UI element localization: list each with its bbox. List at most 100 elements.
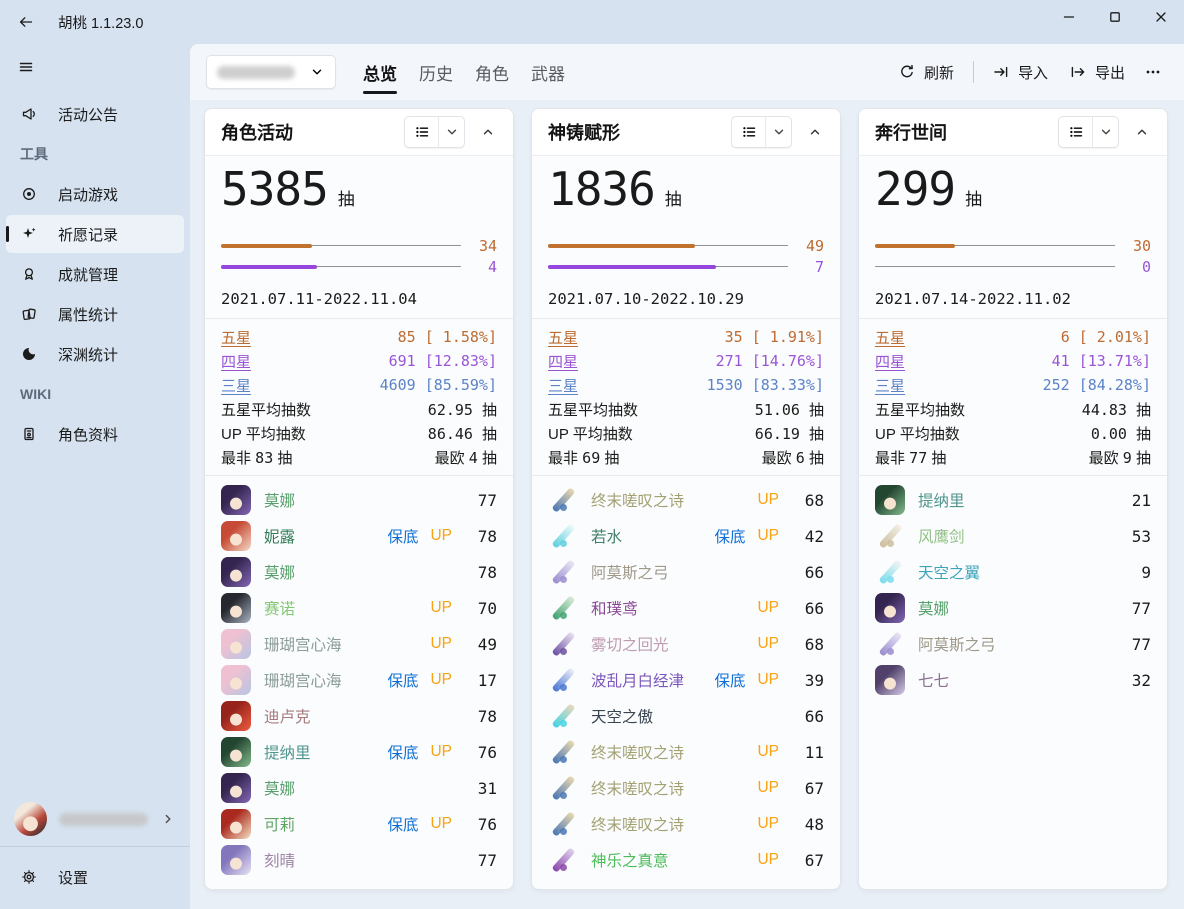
- list-item[interactable]: 莫娜 77: [867, 590, 1159, 626]
- sidebar-item-achievements[interactable]: 成就管理: [6, 255, 184, 293]
- item-name: 天空之傲: [591, 705, 766, 727]
- back-button[interactable]: [6, 5, 46, 39]
- card-title: 奔行世间: [875, 119, 947, 145]
- up-badge: UP: [430, 599, 452, 617]
- idcard-icon: [20, 425, 38, 443]
- item-badges: 保底 UP: [387, 741, 452, 763]
- account-selector[interactable]: [206, 55, 336, 89]
- list-item[interactable]: 莫娜 77: [213, 482, 505, 518]
- tab-weapons[interactable]: 武器: [520, 52, 576, 93]
- sidebar-item-property-stats[interactable]: 属性统计: [6, 295, 184, 333]
- list-item[interactable]: 珊瑚宫心海 保底 UP 17: [213, 662, 505, 698]
- list-item[interactable]: 阿莫斯之弓 77: [867, 626, 1159, 662]
- list-item[interactable]: 雾切之回光 UP 68: [540, 626, 832, 662]
- list-mode-dropdown-button[interactable]: [439, 117, 464, 147]
- close-icon: [1153, 9, 1169, 25]
- rarity-stat-row: 五星 85 [ 1.58%]: [221, 325, 497, 349]
- sidebar-item-abyss-stats[interactable]: 深渊统计: [6, 335, 184, 373]
- gear-icon: [20, 868, 38, 886]
- list-item[interactable]: 天空之翼 9: [867, 554, 1159, 590]
- list-item[interactable]: 提纳里 21: [867, 482, 1159, 518]
- list-item[interactable]: 终末嗟叹之诗 UP 67: [540, 770, 832, 806]
- list-item[interactable]: 神乐之真意 UP 67: [540, 842, 832, 878]
- cards-icon: [20, 305, 38, 323]
- rarity-stat-row: 三星 4609 [85.59%]: [221, 373, 497, 397]
- nav-toggle-button[interactable]: [6, 50, 46, 84]
- list-item[interactable]: 妮露 保底 UP 78: [213, 518, 505, 554]
- item-name: 终末嗟叹之诗: [591, 489, 744, 511]
- avg-up-label: UP 平均抽数: [548, 423, 633, 444]
- pull-count: 48: [792, 815, 824, 834]
- five-star-pity-value: 34: [461, 237, 497, 255]
- weapon-icon: [548, 521, 578, 551]
- titlebar: 胡桃 1.1.23.0: [0, 0, 1184, 44]
- export-button[interactable]: 导出: [1059, 55, 1136, 90]
- close-button[interactable]: [1138, 0, 1184, 34]
- four-star-pity-value: 7: [788, 258, 824, 276]
- list-item[interactable]: 终末嗟叹之诗 UP 48: [540, 806, 832, 842]
- list-item[interactable]: 赛诺 UP 70: [213, 590, 505, 626]
- chevron-up-icon: [1134, 124, 1150, 140]
- import-button[interactable]: 导入: [982, 55, 1059, 90]
- main-panel: 总览历史角色武器 刷新 导入 导出 角色活动 5385 抽: [190, 44, 1184, 909]
- item-badges: UP: [757, 815, 779, 833]
- more-button[interactable]: [1136, 57, 1170, 87]
- sidebar-item-character-wiki[interactable]: 角色资料: [6, 415, 184, 453]
- four-star-pity-row: 0: [875, 256, 1151, 277]
- list-item[interactable]: 莫娜 78: [213, 554, 505, 590]
- list-item[interactable]: 阿莫斯之弓 66: [540, 554, 832, 590]
- list-item[interactable]: 若水 保底 UP 42: [540, 518, 832, 554]
- collapse-card-button[interactable]: [473, 117, 503, 147]
- sidebar-item-launch-game[interactable]: 启动游戏: [6, 175, 184, 213]
- list-item[interactable]: 珊瑚宫心海 UP 49: [213, 626, 505, 662]
- list-item[interactable]: 终末嗟叹之诗 UP 11: [540, 734, 832, 770]
- character-avatar: [875, 485, 905, 515]
- list-item[interactable]: 天空之傲 66: [540, 698, 832, 734]
- tab-characters[interactable]: 角色: [464, 52, 520, 93]
- minimize-button[interactable]: [1046, 0, 1092, 34]
- pull-count: 76: [465, 815, 497, 834]
- five-star-item-list: 提纳里 21 风鹰剑 53 天空之翼: [859, 476, 1167, 889]
- item-badges: 保底 UP: [714, 525, 779, 547]
- user-account-row[interactable]: [6, 798, 184, 840]
- refresh-button[interactable]: 刷新: [888, 55, 965, 90]
- list-mode-button[interactable]: [405, 117, 439, 147]
- list-item[interactable]: 可莉 保底 UP 76: [213, 806, 505, 842]
- sidebar-item-label: 活动公告: [58, 104, 118, 125]
- rarity-stat-row: 三星 1530 [83.33%]: [548, 373, 824, 397]
- list-item[interactable]: 刻晴 77: [213, 842, 505, 878]
- worst-pull: 最非 83 抽: [221, 447, 292, 468]
- list-item[interactable]: 终末嗟叹之诗 UP 68: [540, 482, 832, 518]
- rarity-label: 四星: [548, 351, 578, 372]
- list-item[interactable]: 莫娜 31: [213, 770, 505, 806]
- maximize-button[interactable]: [1092, 0, 1138, 34]
- tab-overview[interactable]: 总览: [352, 52, 408, 93]
- card-header: 神铸赋形: [532, 109, 840, 156]
- list-mode-button[interactable]: [1059, 117, 1093, 147]
- sidebar-item-settings[interactable]: 设置: [6, 857, 184, 897]
- five-star-pity-row: 34: [221, 235, 497, 256]
- list-item[interactable]: 提纳里 保底 UP 76: [213, 734, 505, 770]
- collapse-card-button[interactable]: [1127, 117, 1157, 147]
- guarantee-badge: 保底: [714, 525, 745, 547]
- sidebar-item-wish-records[interactable]: 祈愿记录: [6, 215, 184, 253]
- item-badges: 保底 UP: [714, 669, 779, 691]
- collapse-card-button[interactable]: [800, 117, 830, 147]
- list-item[interactable]: 和璞鸢 UP 66: [540, 590, 832, 626]
- list-mode-button[interactable]: [732, 117, 766, 147]
- list-item[interactable]: 七七 32: [867, 662, 1159, 698]
- character-avatar: [221, 557, 251, 587]
- list-mode-dropdown-button[interactable]: [766, 117, 791, 147]
- list-item[interactable]: 波乱月白经津 保底 UP 39: [540, 662, 832, 698]
- tab-history[interactable]: 历史: [408, 52, 464, 93]
- list-mode-dropdown-button[interactable]: [1093, 117, 1118, 147]
- list-icon: [414, 124, 430, 140]
- five-star-pity-value: 30: [1115, 237, 1151, 255]
- item-name: 提纳里: [918, 489, 1093, 511]
- sidebar-item-announcements[interactable]: 活动公告: [6, 95, 184, 133]
- list-item[interactable]: 迪卢克 78: [213, 698, 505, 734]
- list-item[interactable]: 风鹰剑 53: [867, 518, 1159, 554]
- character-avatar: [221, 845, 251, 875]
- sidebar-bottom: 设置: [0, 798, 190, 909]
- extremes-row: 最非 69 抽 最欧 6 抽: [548, 445, 824, 469]
